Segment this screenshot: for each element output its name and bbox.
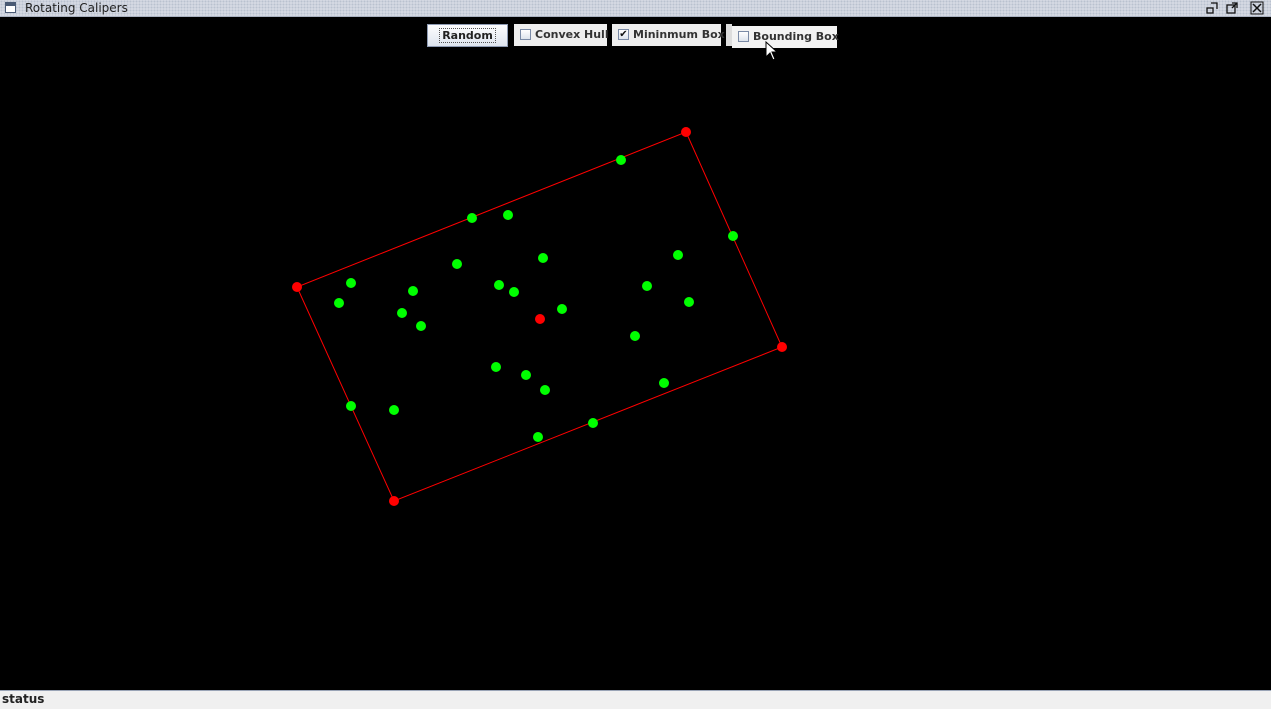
checkbox-icon [738,31,749,42]
status-text: status [2,692,45,706]
points-layer [334,155,738,442]
point [452,259,462,269]
point [494,280,504,290]
point [503,210,513,220]
point [467,213,477,223]
status-bar: status [0,690,1271,709]
bounding-box-checkbox[interactable]: Bounding Box [732,26,839,48]
random-button-label: Random [439,28,496,43]
window-title: Rotating Calipers [25,1,128,15]
point [533,432,543,442]
point [538,253,548,263]
convex-hull-label: Convex Hull [535,28,609,41]
title-bar[interactable]: Rotating Calipers [0,0,1271,17]
box-corner [389,496,399,506]
minimum-box-label: Mininmum Box [633,28,725,41]
point [728,231,738,241]
point [509,287,519,297]
point [616,155,626,165]
window-icon [5,2,16,13]
point [540,385,550,395]
box-corner [292,282,302,292]
toolbar: Random Convex Hull ✔ Mininmum Box Boundi… [0,17,1271,51]
point [416,321,426,331]
close-icon[interactable] [1250,1,1264,15]
minimum-box-checkbox[interactable]: ✔ Mininmum Box [612,24,725,46]
point [557,304,567,314]
center-point [535,314,545,324]
box-corner [681,127,691,137]
point [642,281,652,291]
drawing-canvas[interactable] [0,51,1271,690]
point [397,308,407,318]
point [491,362,501,372]
point [630,331,640,341]
point [408,286,418,296]
box-corner [777,342,787,352]
point [684,297,694,307]
maximize-icon[interactable] [1225,1,1239,15]
point [521,370,531,380]
convex-hull-checkbox[interactable]: Convex Hull [514,24,609,46]
point [389,405,399,415]
checkbox-icon [520,29,531,40]
minimize-icon[interactable] [1205,1,1219,15]
point [588,418,598,428]
checkbox-checked-icon: ✔ [618,29,629,40]
point [673,250,683,260]
random-button[interactable]: Random [427,24,508,47]
mouse-cursor-icon [765,40,779,65]
point [334,298,344,308]
app-window: Rotating Calipers Random Convex Hull ✔ M… [0,0,1271,709]
point [659,378,669,388]
point [346,278,356,288]
point [346,401,356,411]
canvas-svg [292,127,787,506]
